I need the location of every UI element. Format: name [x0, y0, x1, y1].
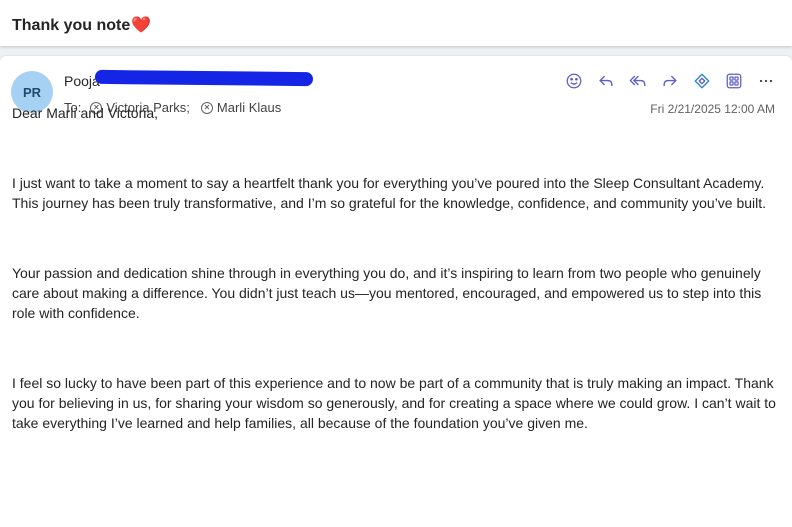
- heart-emoji: ❤️: [131, 17, 152, 34]
- body-paragraph: I just want to take a moment to say a he…: [12, 175, 767, 211]
- reply-all-button[interactable]: [624, 69, 652, 93]
- body-paragraph: Your passion and dedication shine throug…: [12, 265, 762, 321]
- apps-icon: [726, 73, 742, 89]
- reply-button[interactable]: [592, 69, 620, 93]
- greeting: Dear Marli and Victoria,: [12, 105, 159, 121]
- loop-button[interactable]: [688, 69, 716, 93]
- email-body: Dear Marli and Victoria, I just want to …: [12, 103, 780, 483]
- redaction-mark: [94, 69, 314, 87]
- apps-button[interactable]: [720, 69, 748, 93]
- forward-icon: [663, 75, 677, 87]
- emoji-icon: [566, 73, 582, 89]
- body-paragraph: I feel so lucky to have been part of thi…: [12, 375, 776, 431]
- subject-text: Thank you note: [12, 17, 131, 34]
- loop-icon: [694, 73, 710, 89]
- forward-button[interactable]: [656, 69, 684, 93]
- email-subject: Thank you note❤️: [12, 15, 151, 35]
- reply-icon: [599, 75, 613, 87]
- reply-all-icon: [629, 75, 646, 87]
- emoji-button[interactable]: [560, 69, 588, 93]
- message-toolbar: [556, 69, 780, 93]
- more-icon: [759, 79, 773, 83]
- subject-bar: Thank you note❤️: [0, 0, 792, 46]
- more-actions-button[interactable]: [752, 69, 780, 93]
